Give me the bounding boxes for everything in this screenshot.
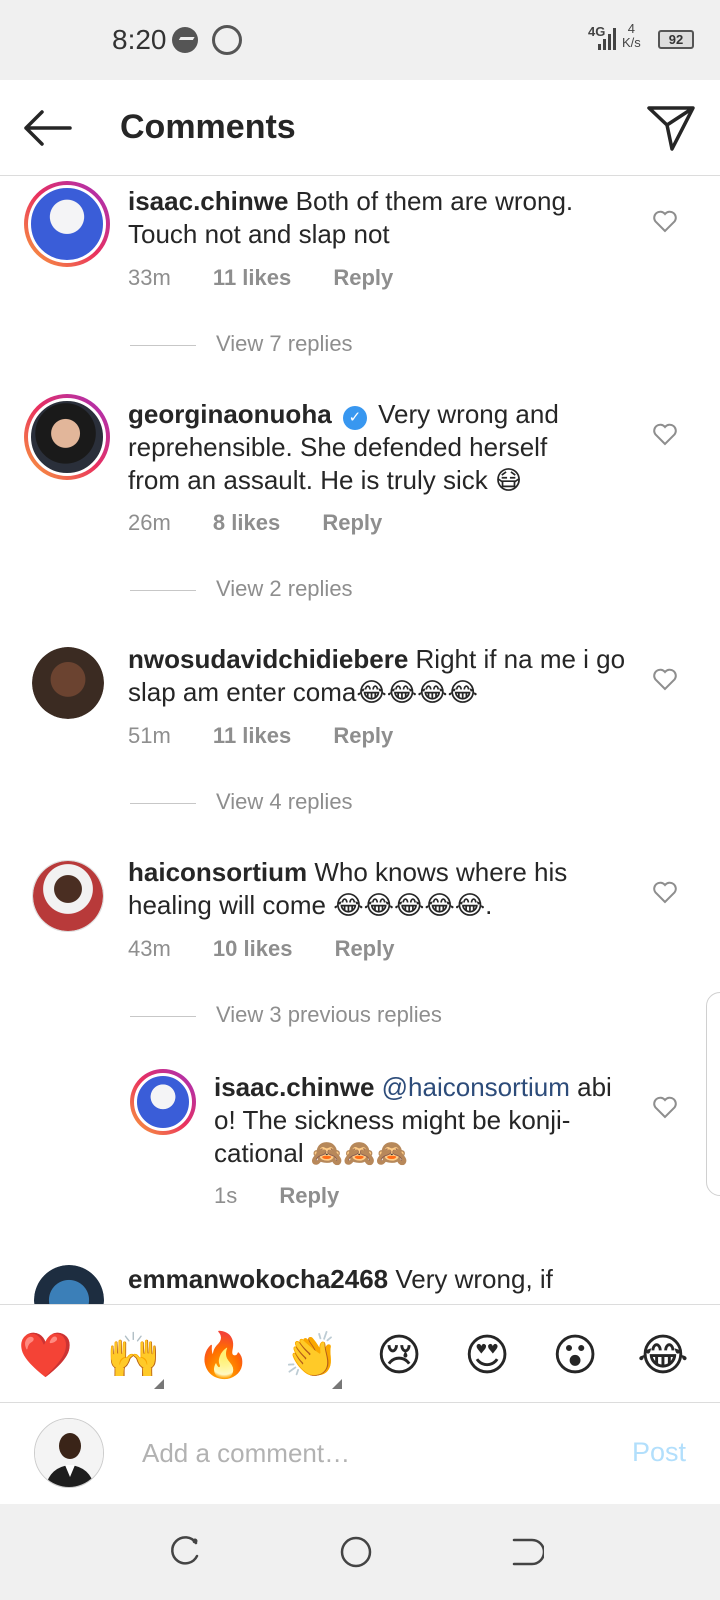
network-speed-unit: K/s bbox=[622, 35, 641, 50]
home-nav-icon[interactable] bbox=[338, 1534, 374, 1570]
view-replies-label: View 3 previous replies bbox=[216, 1002, 442, 1027]
emoji-heart-button[interactable]: ❤️ bbox=[18, 1329, 73, 1383]
comment-meta: 51m 11 likes Reply bbox=[128, 723, 429, 749]
heart-icon[interactable] bbox=[652, 880, 678, 904]
view-replies-button[interactable]: View 4 replies bbox=[130, 789, 353, 815]
back-arrow-icon[interactable] bbox=[22, 108, 72, 148]
heart-icon[interactable] bbox=[652, 422, 678, 446]
comment-meta: 43m 10 likes Reply bbox=[128, 936, 430, 962]
heart-icon[interactable] bbox=[652, 1095, 678, 1119]
comment-time: 26m bbox=[128, 510, 171, 535]
comment-username[interactable]: isaac.chinwe bbox=[214, 1072, 374, 1102]
view-replies-button[interactable]: View 2 replies bbox=[130, 576, 353, 602]
likes-count[interactable]: 11 likes bbox=[213, 723, 291, 748]
verified-badge-icon: ✓ bbox=[342, 406, 367, 430]
back-nav-icon[interactable] bbox=[508, 1534, 544, 1570]
recents-nav-icon[interactable] bbox=[166, 1534, 202, 1570]
signal-icon bbox=[598, 28, 618, 50]
user-avatar bbox=[34, 1418, 104, 1488]
view-replies-label: View 7 replies bbox=[216, 331, 353, 356]
comments-list[interactable]: isaac.chinwe Both of them are wrong. Tou… bbox=[0, 177, 720, 1304]
comment-meta: 1s Reply bbox=[214, 1183, 375, 1209]
user-avatar-image bbox=[35, 1419, 103, 1487]
battery-icon: 92 bbox=[658, 30, 694, 49]
reply-button[interactable]: Reply bbox=[322, 510, 382, 535]
send-direct-icon[interactable] bbox=[646, 104, 696, 152]
likes-count[interactable]: 8 likes bbox=[213, 510, 280, 535]
comment-time: 43m bbox=[128, 936, 171, 961]
avatar[interactable] bbox=[32, 860, 104, 932]
emoji-raised-hands-glyph: 🙌 bbox=[106, 1330, 161, 1381]
avatar[interactable] bbox=[24, 394, 110, 480]
comment-username[interactable]: haiconsortium bbox=[128, 857, 307, 887]
status-bar: 8:20 4G 4 K/s 92 bbox=[0, 0, 720, 80]
emoji-clap-glyph: 👏 bbox=[284, 1330, 339, 1381]
network-speed-value: 4 bbox=[627, 21, 636, 36]
comment-time: 1s bbox=[214, 1183, 238, 1208]
replies-divider bbox=[130, 1015, 196, 1017]
comment-meta: 26m 8 likes Reply bbox=[128, 510, 418, 536]
avatar[interactable] bbox=[34, 1265, 104, 1304]
replies-divider bbox=[130, 344, 196, 346]
comment-meta: 33m 11 likes Reply bbox=[128, 265, 429, 291]
view-replies-label: View 2 replies bbox=[216, 576, 353, 601]
comment-composer: Post bbox=[0, 1402, 720, 1504]
comment-username[interactable]: nwosudavidchidiebere bbox=[128, 644, 408, 674]
comment-username[interactable]: emmanwokocha2468 bbox=[128, 1264, 388, 1294]
emoji-heart-eyes-button[interactable]: 😍 bbox=[460, 1329, 514, 1383]
skin-tone-indicator bbox=[332, 1379, 342, 1389]
heart-icon[interactable] bbox=[652, 209, 678, 233]
network-speed: 4 K/s bbox=[622, 22, 641, 50]
likes-count[interactable]: 11 likes bbox=[213, 265, 291, 290]
reply-button[interactable]: Reply bbox=[335, 936, 395, 961]
comment-username[interactable]: georginaonuoha bbox=[128, 399, 332, 429]
reply-button[interactable]: Reply bbox=[333, 265, 393, 290]
comment-text: Very wrong, if bbox=[395, 1264, 553, 1294]
whatsapp-icon bbox=[212, 25, 242, 55]
status-time: 8:20 bbox=[112, 24, 167, 55]
emoji-crying-button[interactable]: 😢 bbox=[372, 1329, 426, 1383]
comment-time: 51m bbox=[128, 723, 171, 748]
emoji-bar: ❤️ 🙌 🔥 👏 😢 😍 😮 😂 bbox=[0, 1304, 720, 1402]
comment-time: 33m bbox=[128, 265, 171, 290]
messenger-icon bbox=[172, 27, 198, 53]
emoji-fire-button[interactable]: 🔥 bbox=[196, 1329, 251, 1383]
replies-divider bbox=[130, 802, 196, 804]
avatar[interactable] bbox=[24, 181, 110, 267]
emoji-laughing-button[interactable]: 😂 bbox=[636, 1329, 690, 1383]
comment-username[interactable]: isaac.chinwe bbox=[128, 186, 288, 216]
comment-input[interactable] bbox=[142, 1433, 602, 1473]
view-replies-label: View 4 replies bbox=[216, 789, 353, 814]
skin-tone-indicator bbox=[154, 1379, 164, 1389]
replies-divider bbox=[130, 589, 196, 591]
avatar[interactable] bbox=[32, 647, 104, 719]
view-replies-button[interactable]: View 7 replies bbox=[130, 331, 353, 357]
post-button[interactable]: Post bbox=[632, 1437, 686, 1468]
mention-link[interactable]: @haiconsortium bbox=[382, 1072, 570, 1102]
reply-button[interactable]: Reply bbox=[279, 1183, 339, 1208]
avatar[interactable] bbox=[130, 1069, 196, 1135]
emoji-surprised-button[interactable]: 😮 bbox=[548, 1329, 602, 1383]
view-replies-button[interactable]: View 3 previous replies bbox=[130, 1002, 442, 1028]
page-title: Comments bbox=[120, 108, 296, 146]
likes-count[interactable]: 10 likes bbox=[213, 936, 293, 961]
header: Comments bbox=[0, 80, 720, 176]
heart-icon[interactable] bbox=[652, 667, 678, 691]
system-nav-bar bbox=[0, 1504, 720, 1600]
emoji-clap-button[interactable]: 👏 bbox=[284, 1329, 342, 1389]
reply-button[interactable]: Reply bbox=[333, 723, 393, 748]
scroll-handle[interactable] bbox=[706, 992, 720, 1196]
emoji-raised-hands-button[interactable]: 🙌 bbox=[106, 1329, 164, 1389]
